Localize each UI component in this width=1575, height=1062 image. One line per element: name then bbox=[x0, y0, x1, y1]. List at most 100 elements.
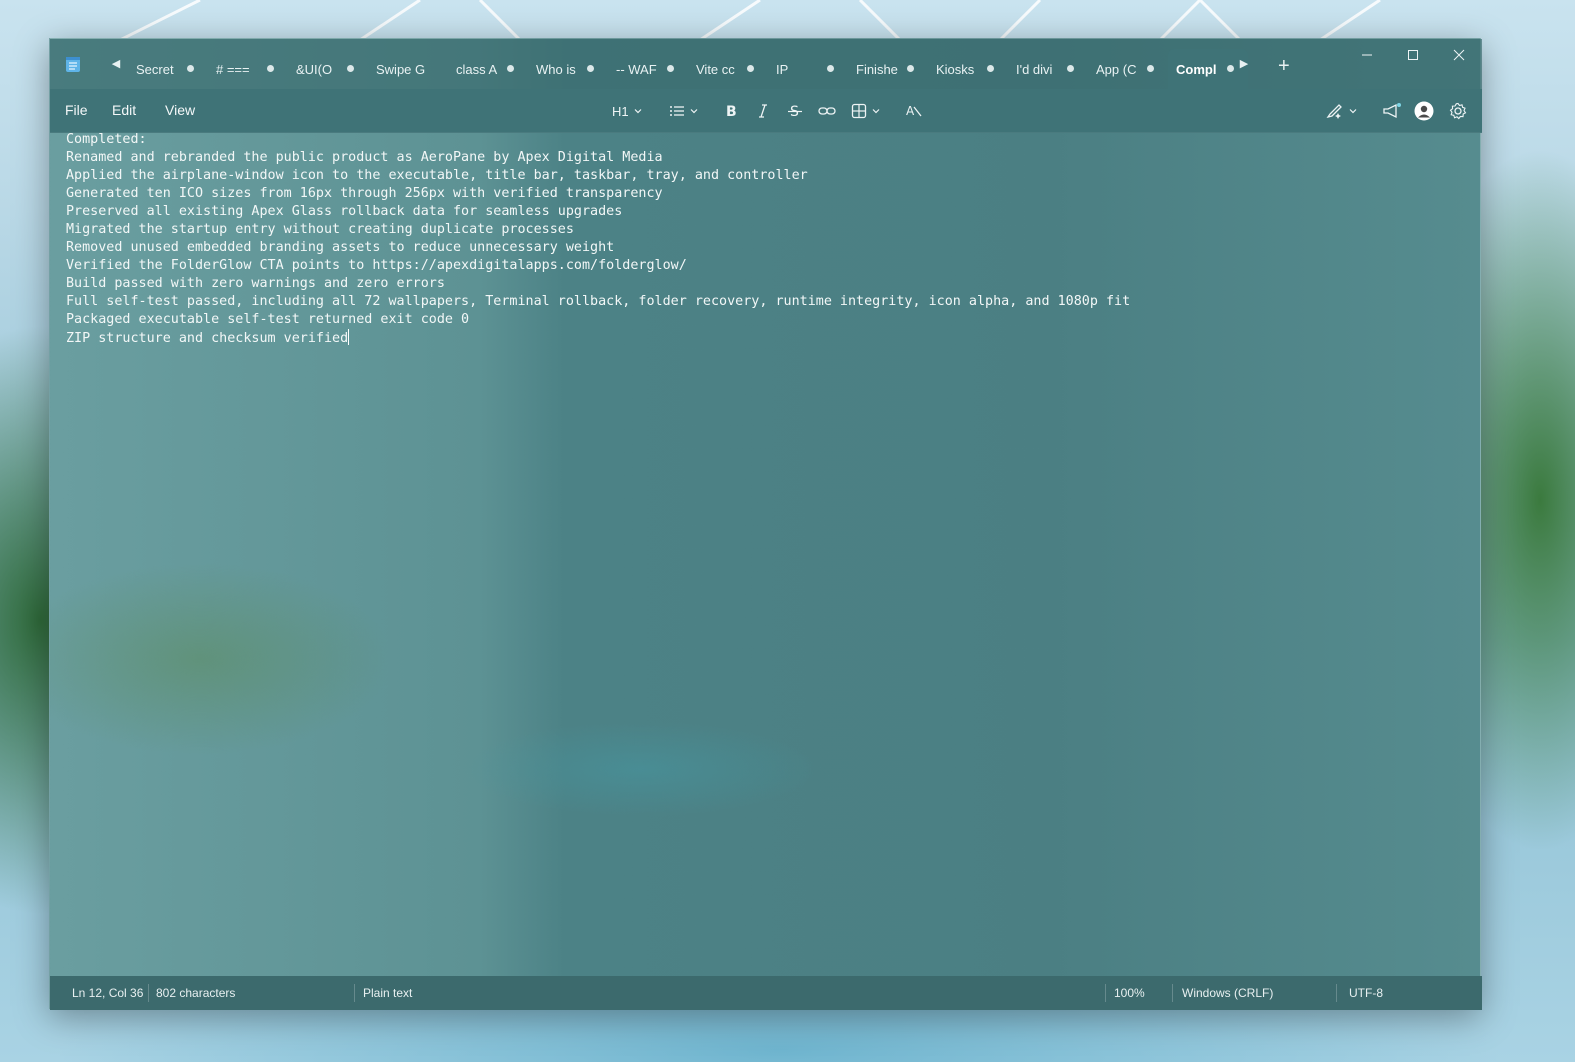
text-line-content: Applied the airplane-window icon to the … bbox=[66, 168, 808, 183]
tab-label: Vite cc bbox=[696, 61, 735, 77]
status-divider bbox=[1105, 984, 1106, 1002]
table-icon bbox=[851, 103, 867, 119]
menu-edit[interactable]: Edit bbox=[112, 102, 136, 118]
notepad-window: ◀ Secret # === &UI(O Swipe G Disa class A Who… bbox=[49, 38, 1482, 1010]
link-icon bbox=[818, 107, 836, 115]
tab-13[interactable]: Compl bbox=[1168, 49, 1248, 89]
encoding[interactable]: UTF-8 bbox=[1349, 986, 1383, 1000]
tab-12[interactable]: App (C bbox=[1088, 49, 1168, 89]
settings-button[interactable] bbox=[1449, 100, 1467, 122]
list-icon bbox=[670, 106, 684, 116]
list-dropdown[interactable] bbox=[669, 100, 699, 122]
minimize-icon bbox=[1362, 54, 1372, 56]
line-ending[interactable]: Windows (CRLF) bbox=[1182, 986, 1273, 1000]
text-line-content: Preserved all existing Apex Glass rollba… bbox=[66, 204, 623, 219]
text-line: Build passed with zero warnings and zero… bbox=[66, 275, 1466, 293]
menu-view[interactable]: View bbox=[165, 102, 195, 118]
text-line: Preserved all existing Apex Glass rollba… bbox=[66, 203, 1466, 221]
account-icon bbox=[1414, 101, 1434, 121]
unsaved-dot-icon[interactable] bbox=[827, 65, 834, 72]
copilot-dropdown[interactable] bbox=[1326, 100, 1358, 122]
scroll-tabs-left-icon[interactable]: ◀ bbox=[109, 57, 123, 71]
unsaved-dot-icon[interactable] bbox=[347, 65, 354, 72]
settings-icon bbox=[1449, 102, 1467, 120]
text-line-content: Verified the FolderGlow CTA points to ht… bbox=[66, 258, 687, 273]
chevron-down-icon bbox=[872, 109, 880, 114]
tab-label: -- WAF bbox=[616, 61, 657, 77]
unsaved-dot-icon[interactable] bbox=[587, 65, 594, 72]
unsaved-dot-icon[interactable] bbox=[267, 65, 274, 72]
text-format[interactable]: Plain text bbox=[363, 986, 412, 1000]
tab-1[interactable]: # === bbox=[208, 49, 288, 89]
status-bar: Ln 12, Col 36 802 characters Plain text … bbox=[50, 976, 1482, 1010]
text-editor[interactable]: Completed: Renamed and rebranded the publ… bbox=[66, 131, 1466, 971]
text-line-content: Completed: bbox=[66, 132, 147, 147]
link-button[interactable] bbox=[818, 100, 836, 122]
close-icon bbox=[1453, 49, 1465, 61]
unsaved-dot-icon[interactable] bbox=[1227, 65, 1234, 72]
text-line: Migrated the startup entry without creat… bbox=[66, 221, 1466, 239]
text-line-content: Packaged executable self-test returned e… bbox=[66, 312, 470, 327]
text-line-content: Full self-test passed, including all 72 … bbox=[66, 294, 1131, 309]
text-line-content: Removed unused embedded branding assets … bbox=[66, 240, 615, 255]
text-line: Applied the airplane-window icon to the … bbox=[66, 167, 1466, 185]
strikethrough-button[interactable]: S bbox=[787, 100, 803, 122]
unsaved-dot-icon[interactable] bbox=[1147, 65, 1154, 72]
character-count: 802 characters bbox=[156, 986, 236, 1000]
tab-10[interactable]: Kiosks bbox=[928, 49, 1008, 89]
clear-formatting-button[interactable]: A bbox=[905, 100, 923, 122]
tab-9[interactable]: Finishe bbox=[848, 49, 928, 89]
tab-label: # === bbox=[216, 61, 250, 77]
tab-6[interactable]: -- WAF bbox=[608, 49, 688, 89]
text-line: Verified the FolderGlow CTA points to ht… bbox=[66, 257, 1466, 275]
tab-4[interactable]: class A bbox=[448, 49, 528, 89]
status-divider bbox=[1336, 984, 1337, 1002]
tab-8[interactable]: IP bbox=[768, 49, 848, 89]
text-line-content: ZIP structure and checksum verified bbox=[66, 331, 349, 346]
tab-label: Secret bbox=[136, 61, 174, 77]
unsaved-dot-icon[interactable] bbox=[1067, 65, 1074, 72]
menu-file[interactable]: File bbox=[65, 102, 88, 118]
window-controls bbox=[1344, 39, 1482, 71]
tab-2[interactable]: &UI(O bbox=[288, 49, 368, 89]
italic-button[interactable] bbox=[755, 100, 771, 122]
unsaved-dot-icon[interactable] bbox=[907, 65, 914, 72]
chevron-down-icon bbox=[1349, 109, 1357, 114]
tab-11[interactable]: I'd divi bbox=[1008, 49, 1088, 89]
heading-dropdown[interactable]: H1 bbox=[612, 100, 643, 122]
tab-7[interactable]: Vite cc bbox=[688, 49, 768, 89]
clear-formatting-icon: A bbox=[906, 104, 922, 118]
tab-label: Finishe bbox=[856, 61, 898, 77]
heading-label: H1 bbox=[612, 103, 629, 119]
cursor-position[interactable]: Ln 12, Col 36 bbox=[72, 986, 143, 1000]
close-button[interactable] bbox=[1436, 39, 1482, 71]
scroll-tabs-right-icon[interactable]: ▶ bbox=[1237, 57, 1251, 71]
unsaved-dot-icon[interactable] bbox=[507, 65, 514, 72]
new-tab-button[interactable]: + bbox=[1278, 56, 1290, 76]
announcement-icon bbox=[1383, 103, 1401, 119]
text-line: ZIP structure and checksum verified bbox=[66, 329, 1466, 347]
bold-icon: B bbox=[726, 104, 737, 119]
unsaved-dot-icon[interactable] bbox=[987, 65, 994, 72]
unsaved-dot-icon[interactable] bbox=[667, 65, 674, 72]
text-line: Removed unused embedded branding assets … bbox=[66, 239, 1466, 257]
announcement-button[interactable] bbox=[1382, 100, 1402, 122]
unsaved-dot-icon[interactable] bbox=[187, 65, 194, 72]
zoom-level[interactable]: 100% bbox=[1114, 986, 1145, 1000]
bold-button[interactable]: B bbox=[723, 100, 739, 122]
table-dropdown[interactable] bbox=[851, 100, 881, 122]
chevron-down-icon bbox=[690, 109, 698, 114]
status-divider bbox=[354, 984, 355, 1002]
account-button[interactable] bbox=[1414, 100, 1434, 122]
unsaved-dot-icon[interactable] bbox=[747, 65, 754, 72]
minimize-button[interactable] bbox=[1344, 39, 1390, 71]
maximize-button[interactable] bbox=[1390, 39, 1436, 71]
tab-3[interactable]: Swipe G Disa bbox=[368, 49, 448, 89]
tab-5[interactable]: Who is bbox=[528, 49, 608, 89]
tab-0[interactable]: Secret bbox=[128, 49, 208, 89]
notepad-icon bbox=[66, 57, 80, 72]
text-line: Packaged executable self-test returned e… bbox=[66, 311, 1466, 329]
tab-label: Swipe G Disa bbox=[376, 61, 428, 77]
text-line: Generated ten ICO sizes from 16px throug… bbox=[66, 185, 1466, 203]
tab-label: &UI(O bbox=[296, 61, 333, 77]
